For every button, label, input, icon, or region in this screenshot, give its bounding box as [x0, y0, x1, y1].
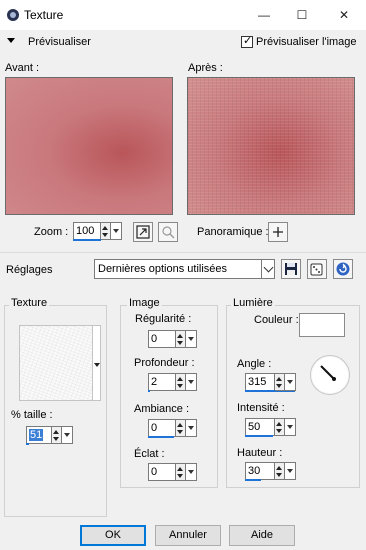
size-dropdown[interactable]: [62, 426, 73, 444]
size-label: % taille :: [11, 409, 53, 421]
save-preset-button[interactable]: [281, 259, 301, 279]
brilliance-input[interactable]: 0: [148, 463, 176, 481]
pan-button[interactable]: [268, 222, 288, 242]
brilliance-label: Éclat :: [134, 448, 165, 460]
regularity-spinner[interactable]: [176, 330, 186, 348]
depth-label: Profondeur :: [134, 357, 195, 369]
presets-dropdown[interactable]: [261, 259, 275, 279]
pan-label: Panoramique :: [197, 226, 269, 238]
height-label: Hauteur :: [237, 447, 283, 459]
save-disk-icon: [285, 263, 297, 275]
angle-input[interactable]: 315: [245, 373, 275, 391]
angle-dial[interactable]: [310, 355, 350, 395]
light-group-title: Lumière: [231, 297, 275, 309]
ambiance-input[interactable]: 0: [148, 419, 176, 437]
ambiance-dropdown[interactable]: [186, 419, 197, 437]
size-spinner[interactable]: [52, 426, 62, 444]
window-title: Texture: [24, 8, 64, 22]
size-slider-bar: [26, 443, 29, 445]
angle-dropdown[interactable]: [285, 373, 296, 391]
fit-window-button[interactable]: [133, 222, 153, 242]
intensity-label: Intensité :: [237, 402, 285, 414]
texture-swatch[interactable]: [19, 325, 93, 401]
move-cross-icon: [273, 227, 283, 237]
texture-dropdown[interactable]: [93, 325, 101, 401]
checkmark-icon: ✓: [243, 35, 253, 47]
cancel-button[interactable]: Annuler: [155, 525, 221, 546]
reset-button[interactable]: [333, 259, 353, 279]
presets-label: Réglages: [6, 264, 53, 276]
zoom-spinner[interactable]: [101, 222, 111, 240]
ambiance-spinner[interactable]: [176, 419, 186, 437]
dice-icon: [310, 263, 323, 276]
ambiance-label: Ambiance :: [134, 403, 190, 415]
zoom-label: Zoom :: [34, 226, 69, 238]
size-input[interactable]: 51: [26, 426, 52, 444]
before-preview[interactable]: [5, 77, 173, 215]
regularity-label: Régularité :: [135, 313, 192, 325]
zoom-input[interactable]: 100: [73, 222, 101, 240]
depth-dropdown[interactable]: [186, 373, 197, 391]
texture-group-title: Texture: [9, 297, 50, 309]
size-value: 51: [29, 429, 44, 441]
angle-spinner[interactable]: [275, 373, 285, 391]
zoom-slider-bar: [73, 239, 101, 241]
title-bar: Texture — ☐ ✕: [0, 0, 366, 30]
height-dropdown[interactable]: [285, 462, 296, 480]
height-input[interactable]: 30: [245, 462, 275, 480]
brilliance-dropdown[interactable]: [186, 463, 197, 481]
preview-image-label: Prévisualiser l'image: [256, 36, 357, 48]
brilliance-spinner[interactable]: [176, 463, 186, 481]
collapse-arrow-icon[interactable]: [7, 38, 15, 43]
preview-image-checkbox[interactable]: ✓: [241, 35, 253, 48]
minimize-button[interactable]: —: [252, 4, 276, 26]
intensity-slider-bar: [245, 435, 273, 437]
preview-toggle-label[interactable]: Prévisualiser: [28, 36, 91, 48]
light-color-swatch[interactable]: [299, 313, 345, 337]
help-button[interactable]: Aide: [229, 525, 295, 546]
presets-combo[interactable]: Dernières options utilisées: [94, 259, 262, 279]
height-spinner[interactable]: [275, 462, 285, 480]
fit-window-icon: [136, 225, 150, 239]
reset-icon: [336, 262, 350, 276]
ok-button[interactable]: OK: [80, 525, 146, 546]
image-group-title: Image: [127, 297, 162, 309]
height-slider-bar: [245, 479, 261, 481]
angle-label: Angle :: [237, 358, 272, 370]
close-button[interactable]: ✕: [332, 4, 356, 26]
depth-spinner[interactable]: [176, 373, 186, 391]
magnifier-icon: [162, 226, 175, 239]
regularity-dropdown[interactable]: [186, 330, 197, 348]
color-label: Couleur :: [254, 314, 299, 326]
random-button[interactable]: [307, 259, 327, 279]
dial-needle-icon: [320, 365, 336, 381]
after-preview[interactable]: [187, 77, 355, 215]
before-label: Avant :: [5, 62, 40, 74]
depth-slider-bar: [148, 390, 150, 392]
intensity-spinner[interactable]: [275, 418, 285, 436]
chevron-down-icon: [94, 363, 100, 367]
ambiance-slider-bar: [148, 436, 174, 438]
app-icon: [7, 9, 19, 21]
intensity-dropdown[interactable]: [285, 418, 296, 436]
depth-input[interactable]: 2: [148, 373, 176, 391]
regularity-input[interactable]: 0: [148, 330, 176, 348]
intensity-input[interactable]: 50: [245, 418, 275, 436]
separator: [0, 252, 366, 253]
zoom-dropdown[interactable]: [111, 222, 122, 240]
after-label: Après :: [188, 62, 223, 74]
zoom-tool-button[interactable]: [158, 222, 178, 242]
maximize-button[interactable]: ☐: [290, 4, 314, 26]
